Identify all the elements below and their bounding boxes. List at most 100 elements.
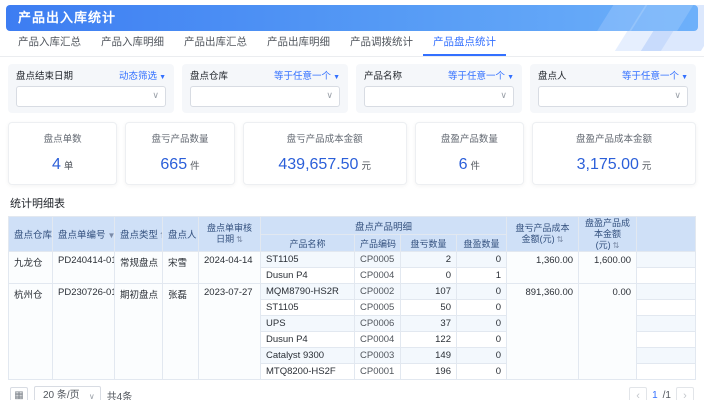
sort-icon[interactable]: ⇅ — [557, 235, 564, 244]
tab-stocktake-stats[interactable]: 产品盘点统计 — [423, 30, 506, 56]
chevron-left-icon: ‹ — [636, 390, 640, 400]
stocktake-end-date-select[interactable]: ∨ — [16, 86, 166, 107]
product-name-cell: Dusun P4 — [261, 268, 355, 284]
prev-page-button[interactable]: ‹ — [629, 387, 647, 400]
product-code-cell: CP0004 — [355, 332, 401, 348]
type-cell: 常规盘点 — [115, 252, 163, 284]
loss-qty-cell: 37 — [401, 316, 457, 332]
filter-label: 产品名称 — [364, 68, 402, 82]
filler-cell — [637, 364, 696, 380]
gain-amount-cell: 0.00 — [579, 284, 637, 380]
col-type: 盘点类型⇅ — [115, 217, 163, 252]
filter-stocktake-end-date: 盘点结束日期 动态筛选▼ ∨ — [8, 64, 174, 113]
operator-link[interactable]: 等于任意一个▼ — [274, 68, 340, 82]
filter-product-name: 产品名称 等于任意一个▼ ∨ — [356, 64, 522, 113]
sort-icon[interactable]: ⇅ — [236, 235, 243, 244]
product-code-cell: CP0003 — [355, 348, 401, 364]
stat-gain-amount: 盘盈产品成本金额 3,175.00元 — [532, 122, 696, 185]
dynamic-filter-link[interactable]: 动态筛选▼ — [119, 68, 166, 82]
pagination-bar: ▦ 20 条/页 ∨ 共4条 ‹ 1 /1 › — [0, 380, 704, 400]
col-filler — [637, 217, 696, 252]
product-code-cell: CP0002 — [355, 284, 401, 300]
gain-qty-cell: 0 — [457, 348, 507, 364]
chevron-down-icon: ∨ — [89, 388, 95, 400]
product-name-cell: Catalyst 9300 — [261, 348, 355, 364]
product-code-cell: CP0005 — [355, 300, 401, 316]
filler-cell — [637, 284, 696, 300]
chevron-down-icon: ∨ — [152, 90, 159, 101]
total-pages: /1 — [663, 390, 671, 400]
product-name-cell: Dusun P4 — [261, 332, 355, 348]
stocktake-detail-table: 盘点仓库⇅ 盘点单编号▼ 盘点类型⇅ 盘点人⇅ 盘点单审核日期⇅ 盘点产品明细 … — [8, 216, 696, 380]
loss-amount-cell: 1,360.00 — [507, 252, 579, 284]
current-page: 1 — [652, 390, 658, 400]
caret-down-icon: ▼ — [159, 74, 166, 81]
col-gain-amount: 盘盈产品成本金额(元)⇅ — [579, 217, 637, 252]
order-no-cell: PD240414-01 — [53, 252, 115, 284]
stat-loss-amount: 盘亏产品成本金额 439,657.50元 — [243, 122, 407, 185]
loss-qty-cell: 196 — [401, 364, 457, 380]
loss-qty-cell: 50 — [401, 300, 457, 316]
warehouse-cell: 九龙仓 — [9, 252, 53, 284]
page: 产品出入库统计 产品入库汇总 产品入库明细 产品出库汇总 产品出库明细 产品调拨… — [0, 5, 704, 400]
product-name-select[interactable]: ∨ — [364, 86, 514, 107]
filler-cell — [637, 332, 696, 348]
warehouse-cell: 杭州仓 — [9, 284, 53, 380]
stat-loss-qty: 盘亏产品数量 665件 — [125, 122, 234, 185]
product-name-cell: MTQ8200-HS2F — [261, 364, 355, 380]
person-cell: 张磊 — [163, 284, 199, 380]
gain-amount-cell: 1,600.00 — [579, 252, 637, 284]
loss-qty-cell: 149 — [401, 348, 457, 364]
tab-bar: 产品入库汇总 产品入库明细 产品出库汇总 产品出库明细 产品调拨统计 产品盘点统… — [0, 31, 704, 57]
product-name-cell: ST1105 — [261, 300, 355, 316]
table-row: 杭州仓 PD230726-01 期初盘点 张磊 2023-07-27 MQM87… — [9, 284, 696, 300]
tab-inbound-summary[interactable]: 产品入库汇总 — [8, 30, 91, 56]
audit-date-cell: 2024-04-14 — [199, 252, 261, 284]
gain-qty-cell: 0 — [457, 300, 507, 316]
product-code-cell: CP0001 — [355, 364, 401, 380]
loss-qty-cell: 2 — [401, 252, 457, 268]
table-row: 九龙仓 PD240414-01 常规盘点 宋雪 2024-04-14 ST110… — [9, 252, 696, 268]
table-density-button[interactable]: ▦ — [10, 387, 28, 400]
chevron-down-icon: ∨ — [500, 90, 507, 101]
loss-qty-cell: 122 — [401, 332, 457, 348]
gain-qty-cell: 0 — [457, 284, 507, 300]
sort-icon[interactable]: ⇅ — [613, 241, 620, 250]
stat-gain-qty: 盘盈产品数量 6件 — [415, 122, 524, 185]
section-title: 统计明细表 — [0, 193, 704, 216]
stocktake-warehouse-select[interactable]: ∨ — [190, 86, 340, 107]
gain-qty-cell: 0 — [457, 332, 507, 348]
page-size-select[interactable]: 20 条/页 ∨ — [34, 386, 101, 400]
next-page-button[interactable]: › — [676, 387, 694, 400]
col-gain-qty: 盘盈数量 — [457, 235, 507, 252]
loss-amount-cell: 891,360.00 — [507, 284, 579, 380]
filler-cell — [637, 268, 696, 284]
operator-link[interactable]: 等于任意一个▼ — [622, 68, 688, 82]
stocktake-person-select[interactable]: ∨ — [538, 86, 688, 107]
grid-icon: ▦ — [14, 390, 23, 400]
tab-transfer-stats[interactable]: 产品调拨统计 — [340, 30, 423, 56]
chevron-right-icon: › — [683, 390, 687, 400]
filter-label: 盘点结束日期 — [16, 68, 73, 82]
tab-outbound-detail[interactable]: 产品出库明细 — [257, 30, 340, 56]
product-code-cell: CP0004 — [355, 268, 401, 284]
order-no-cell: PD230726-01 — [53, 284, 115, 380]
stat-cards: 盘点单数 4单 盘亏产品数量 665件 盘亏产品成本金额 439,657.50元… — [0, 118, 704, 193]
loss-qty-cell: 0 — [401, 268, 457, 284]
filter-label: 盘点人 — [538, 68, 567, 82]
page-header: 产品出入库统计 — [6, 5, 698, 31]
col-loss-qty: 盘亏数量 — [401, 235, 457, 252]
gain-qty-cell: 0 — [457, 316, 507, 332]
tab-outbound-summary[interactable]: 产品出库汇总 — [174, 30, 257, 56]
filler-cell — [637, 316, 696, 332]
caret-down-icon[interactable]: ▼ — [108, 231, 115, 240]
filler-cell — [637, 300, 696, 316]
filter-label: 盘点仓库 — [190, 68, 228, 82]
operator-link[interactable]: 等于任意一个▼ — [448, 68, 514, 82]
product-code-cell: CP0005 — [355, 252, 401, 268]
page-title: 产品出入库统计 — [6, 5, 116, 31]
tab-inbound-detail[interactable]: 产品入库明细 — [91, 30, 174, 56]
filter-stocktake-warehouse: 盘点仓库 等于任意一个▼ ∨ — [182, 64, 348, 113]
caret-down-icon: ▼ — [333, 74, 340, 81]
total-count: 共4条 — [107, 388, 133, 400]
